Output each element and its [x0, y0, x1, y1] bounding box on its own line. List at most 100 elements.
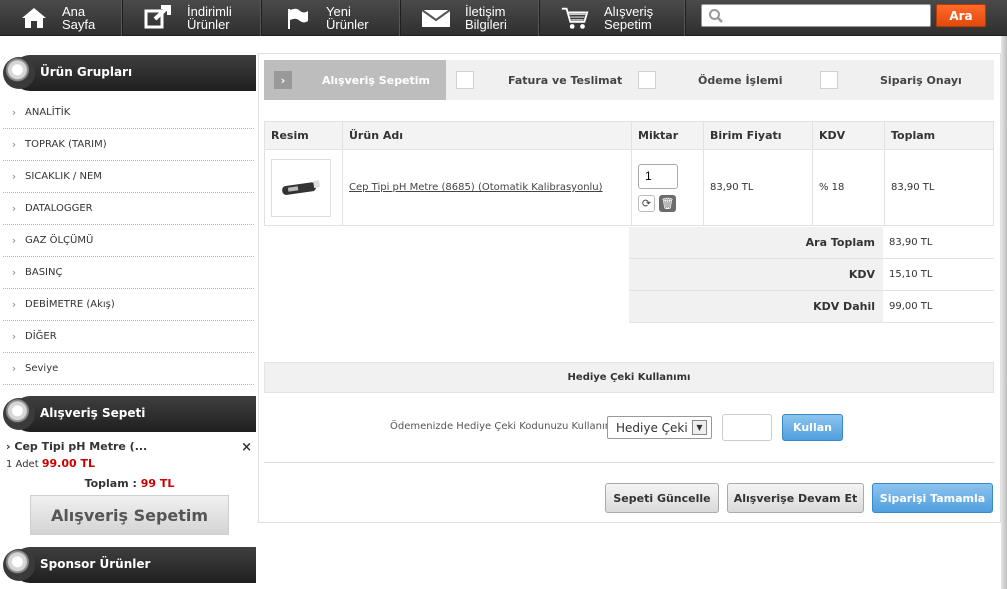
nav-cart[interactable]: Alışveriş Sepetim [540, 0, 686, 36]
search-box[interactable] [701, 4, 931, 27]
category-label: GAZ ÖLÇÜMÜ [25, 235, 94, 246]
category-item[interactable]: › Seviye [3, 353, 254, 385]
product-groups-title: Ürün Grupları [40, 65, 133, 79]
category-label: SICAKLIK / NEM [25, 171, 102, 182]
trash-icon[interactable]: 🗑 [659, 194, 676, 212]
category-item[interactable]: › SICAKLIK / NEM [3, 161, 254, 193]
continue-shopping-button[interactable]: Alışverişe Devam Et [727, 483, 864, 513]
step-cart[interactable]: › Alışveriş Sepetim [264, 60, 446, 100]
sponsor-title: Sponsor Ürünler [40, 557, 151, 571]
divider [264, 462, 994, 463]
top-navigation: Ana Sayfa İndirimli Ürünler Yeni Ürünler… [0, 0, 1007, 36]
gift-card-select[interactable]: Hediye Çeki ▼ [607, 416, 712, 439]
category-list: › ANALİTİK › TOPRAK (TARIM) › SICAKLIK / NE… [3, 97, 254, 385]
table-header-row: Resim Ürün Adı Miktar Birim Fiyatı KDV T… [264, 121, 994, 150]
category-item[interactable]: › GAZ ÖLÇÜMÜ [3, 225, 254, 257]
complete-order-button[interactable]: Siparişi Tamamla [872, 483, 993, 513]
product-image-cell [264, 149, 343, 226]
qty-actions: ⟳ 🗑 [638, 194, 703, 212]
bullet-icon [3, 398, 35, 430]
tax-row: KDV 15,10 TL [629, 259, 994, 291]
step-label: Ödeme İşlemi [698, 73, 783, 87]
gift-card-row: Ödemenizde Hediye Çeki Kodunuzu Kullanın… [264, 413, 994, 443]
search-input[interactable] [728, 7, 926, 24]
gift-code-input[interactable] [722, 414, 772, 441]
gift-card-label: Ödemenizde Hediye Çeki Kodunuzu Kullanın… [390, 421, 618, 432]
col-qty: Miktar [631, 121, 704, 150]
step-label: Fatura ve Teslimat [508, 73, 623, 87]
tax-value: 15,10 TL [889, 269, 933, 280]
col-product: Ürün Adı [342, 121, 632, 150]
chevron-right-icon: › [11, 266, 17, 279]
category-item[interactable]: › TOPRAK (TARIM) [3, 129, 254, 161]
chevron-right-icon: › [6, 440, 11, 453]
my-cart-button[interactable]: Alışveriş Sepetim [30, 495, 229, 535]
discount-arrow-icon [143, 5, 173, 31]
mini-cart-qty: 1 Adet 99.00 TL [6, 457, 95, 470]
step-payment[interactable]: Ödeme İşlemi [638, 60, 818, 100]
col-total: Toplam [884, 121, 994, 150]
table-row: Cep Tipi pH Metre (8685) (Otomatik Kalib… [264, 149, 994, 226]
subtotal-row: Ara Toplam 83,90 TL [629, 227, 994, 259]
col-unit-price: Birim Fiyatı [703, 121, 813, 150]
product-thumbnail[interactable] [271, 158, 331, 217]
col-image: Resim [264, 121, 343, 150]
gift-card-select-value: Hediye Çeki [616, 420, 688, 435]
row-total-value: 83,90 TL [884, 149, 994, 226]
product-name-link[interactable]: Cep Tipi pH Metre (8685) (Otomatik Kalib… [349, 182, 603, 193]
chevron-right-icon: › [11, 330, 17, 343]
nav-new[interactable]: Yeni Ürünler [262, 0, 401, 36]
category-item[interactable]: › DİĞER [3, 321, 254, 353]
category-label: DATALOGGER [25, 203, 93, 214]
nav-discounted[interactable]: İndirimli Ürünler [123, 0, 262, 36]
search-icon [708, 8, 724, 27]
update-cart-button[interactable]: Sepeti Güncelle [605, 483, 719, 513]
remove-item-icon[interactable]: × [241, 440, 252, 455]
chevron-right-icon: › [11, 362, 17, 375]
chevron-right-icon: › [11, 138, 17, 151]
chevron-right-icon: › [11, 170, 17, 183]
nav-contact-label: İletişim Bilgileri [465, 4, 507, 32]
quantity-input[interactable] [638, 163, 678, 189]
cart-icon [560, 5, 590, 31]
step-confirm[interactable]: Sipariş Onayı [820, 60, 994, 100]
category-label: DİĞER [25, 331, 57, 342]
cart-header: Alışveriş Sepeti [0, 396, 256, 432]
totals-summary: Ara Toplam 83,90 TL KDV 15,10 TL KDV Dah… [629, 227, 994, 323]
mini-cart-total: Toplam : 99 TL [3, 477, 256, 490]
mini-cart-item-name: Cep Tipi pH Metre (... [14, 440, 148, 453]
search-button[interactable]: Ara [936, 4, 986, 27]
cart-table: Resim Ürün Adı Miktar Birim Fiyatı KDV T… [264, 121, 994, 226]
category-item[interactable]: › ANALİTİK [3, 97, 254, 129]
grand-total-value: 99,00 TL [889, 301, 933, 312]
gift-card-title: Hediye Çeki Kullanımı [264, 362, 994, 393]
chevron-right-icon: › [274, 71, 292, 89]
refresh-icon[interactable]: ⟳ [638, 194, 655, 212]
step-checkbox [456, 71, 474, 89]
category-item[interactable]: › DEBİMETRE (Akış) [3, 289, 254, 321]
product-groups-header: Ürün Grupları [0, 55, 256, 91]
nav-home[interactable]: Ana Sayfa [0, 0, 123, 36]
mini-cart-item[interactable]: › Cep Tipi pH Metre (... × [6, 440, 254, 455]
nav-home-label: Ana Sayfa [62, 4, 96, 32]
cart-title: Alışveriş Sepeti [40, 406, 146, 420]
subtotal-value: 83,90 TL [889, 237, 933, 248]
nav-new-label: Yeni Ürünler [326, 4, 369, 32]
category-item[interactable]: › BASINÇ [3, 257, 254, 289]
sponsor-header: Sponsor Ürünler [0, 547, 256, 583]
chevron-down-icon: ▼ [692, 420, 707, 435]
category-label: DEBİMETRE (Akış) [25, 299, 115, 310]
bullet-icon [3, 57, 35, 89]
mini-cart: › Cep Tipi pH Metre (... × 1 Adet 99.00 … [3, 437, 256, 545]
nav-contact[interactable]: İletişim Bilgileri [401, 0, 540, 36]
chevron-right-icon: › [11, 298, 17, 311]
category-label: ANALİTİK [25, 107, 71, 118]
mail-icon [421, 5, 451, 31]
unit-price-value: 83,90 TL [703, 149, 813, 226]
step-label: Sipariş Onayı [880, 73, 962, 87]
chevron-right-icon: › [11, 106, 17, 119]
apply-gift-button[interactable]: Kullan [782, 414, 843, 441]
step-billing[interactable]: Fatura ve Teslimat [456, 60, 636, 100]
category-label: Seviye [25, 363, 59, 374]
category-item[interactable]: › DATALOGGER [3, 193, 254, 225]
